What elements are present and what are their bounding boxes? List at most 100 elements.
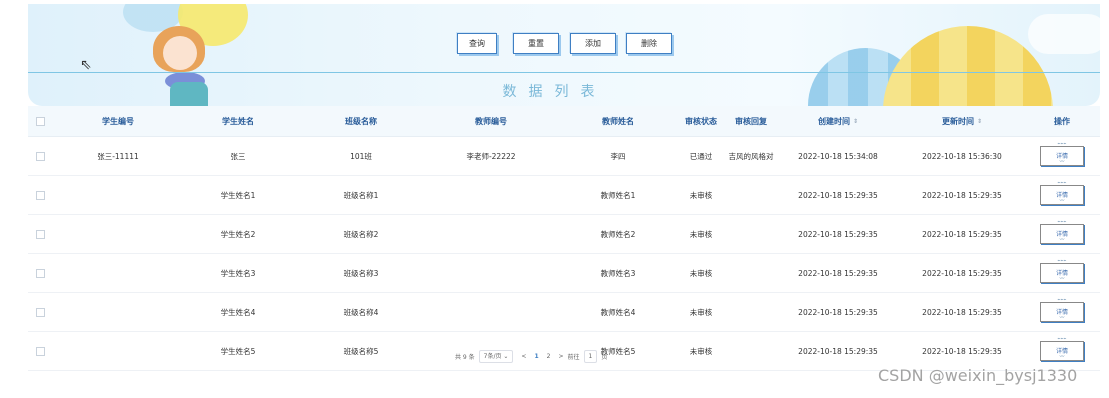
row-checkbox[interactable] [35, 346, 45, 356]
detail-decoration-icon: 〰 [1059, 237, 1065, 243]
cell-updated-at: 2022-10-18 15:29:35 [922, 346, 1002, 356]
reset-button[interactable]: 重置 [513, 33, 559, 54]
pagination: 共 9 条 7条/页 ⌄ < 1 2 > 前往 1 页 [455, 349, 608, 363]
data-table: 学生编号 学生姓名 班级名称 教师编号 教师姓名 审核状态 审核回复 创建时间 ⇕… [28, 106, 1100, 371]
row-checkbox[interactable] [35, 151, 45, 161]
cell-class-name: 班级名称5 [343, 346, 379, 356]
table-row: 学生姓名4 班级名称4 教师姓名4 未审核 2022-10-18 15:29:35 202… [28, 293, 1100, 332]
col-review-status: 审核状态 [685, 116, 717, 126]
col-teacher-no: 教师编号 [475, 116, 507, 126]
cell-student-no [68, 293, 168, 331]
detail-decoration-icon: ⌁⌁⌁ [1057, 180, 1067, 186]
detail-decoration-icon: ⌁⌁⌁ [1057, 141, 1067, 147]
sort-icon[interactable]: ⇕ [977, 118, 982, 125]
cell-class-name: 班级名称4 [343, 307, 379, 317]
cell-review-reply [725, 293, 777, 331]
cell-teacher-name: 教师姓名4 [600, 307, 636, 317]
cell-review-status: 未审核 [689, 307, 713, 317]
cell-class-name: 班级名称2 [343, 229, 379, 239]
updated-at-label: 更新时间 [941, 116, 974, 126]
table-row: 学生姓名1 班级名称1 教师姓名1 未审核 2022-10-18 15:29:35 202… [28, 176, 1100, 215]
row-checkbox[interactable] [35, 229, 45, 239]
cell-student-no: 张三-11111 [97, 151, 139, 161]
cell-created-at: 2022-10-18 15:29:35 [798, 229, 878, 239]
cell-review-reply [725, 215, 777, 253]
page-size-select[interactable]: 7条/页 ⌄ [478, 349, 514, 363]
detail-button[interactable]: ⌁⌁⌁ 详情 〰 [1040, 141, 1084, 166]
table-row: 张三-11111 张三 101班 李老师-22222 李四 已通过 吉风的风格对 2022-1… [28, 137, 1100, 176]
cell-review-status: 未审核 [689, 229, 713, 239]
cell-student-name: 张三 [230, 151, 246, 161]
col-created-at[interactable]: 创建时间 ⇕ [788, 106, 888, 136]
cell-created-at: 2022-10-18 15:34:08 [798, 151, 878, 161]
girl-face [163, 36, 197, 70]
detail-decoration-icon: 〰 [1059, 276, 1065, 282]
goto-input[interactable]: 1 [583, 349, 598, 363]
col-updated-at[interactable]: 更新时间 ⇕ [912, 106, 1012, 136]
goto-label: 前往 [567, 353, 580, 361]
watermark: CSDN @weixin_bysj1330 [878, 366, 1078, 385]
query-button[interactable]: 查询 [457, 33, 497, 54]
sort-icon[interactable]: ⇕ [853, 118, 858, 125]
cell-student-name: 学生姓名2 [220, 229, 256, 239]
cell-teacher-name: 教师姓名3 [600, 268, 636, 278]
cell-updated-at: 2022-10-18 15:29:35 [922, 307, 1002, 317]
cell-class-name: 班级名称3 [343, 268, 379, 278]
page-1-button[interactable]: 1 [534, 353, 538, 360]
cell-class-name: 101班 [350, 151, 372, 161]
table-header: 学生编号 学生姓名 班级名称 教师编号 教师姓名 审核状态 审核回复 创建时间 ⇕… [28, 106, 1100, 137]
cell-teacher-no [441, 215, 541, 253]
pagination-total: 共 9 条 [455, 353, 475, 361]
cell-updated-at: 2022-10-18 15:29:35 [922, 190, 1002, 200]
table-row: 学生姓名2 班级名称2 教师姓名2 未审核 2022-10-18 15:29:35 202… [28, 215, 1100, 254]
next-page-button[interactable]: > [558, 353, 563, 360]
detail-button[interactable]: ⌁⌁⌁ 详情 〰 [1040, 297, 1084, 322]
delete-button[interactable]: 删除 [626, 33, 672, 54]
table-row: 学生姓名3 班级名称3 教师姓名3 未审核 2022-10-18 15:29:35 202… [28, 254, 1100, 293]
mouse-cursor-icon: ⇖ [80, 57, 92, 73]
add-button[interactable]: 添加 [570, 33, 616, 54]
detail-button[interactable]: ⌁⌁⌁ 详情 〰 [1040, 258, 1084, 283]
detail-decoration-icon: 〰 [1059, 354, 1065, 360]
col-teacher-name: 教师姓名 [602, 116, 634, 126]
select-all-checkbox[interactable] [35, 116, 45, 126]
detail-button[interactable]: ⌁⌁⌁ 详情 〰 [1040, 336, 1084, 361]
cell-updated-at: 2022-10-18 15:29:35 [922, 268, 1002, 278]
cell-created-at: 2022-10-18 15:29:35 [798, 268, 878, 278]
cell-created-at: 2022-10-18 15:29:35 [798, 190, 878, 200]
page-suffix: 页 [601, 353, 608, 361]
cell-updated-at: 2022-10-18 15:29:35 [922, 229, 1002, 239]
col-actions: 操作 [1054, 116, 1070, 126]
col-student-no: 学生编号 [102, 116, 134, 126]
cell-updated-at: 2022-10-18 15:36:30 [922, 151, 1002, 161]
detail-decoration-icon: ⌁⌁⌁ [1057, 336, 1067, 342]
cell-student-no [68, 176, 168, 214]
cell-student-no [68, 254, 168, 292]
detail-decoration-icon: 〰 [1059, 159, 1065, 165]
detail-decoration-icon: ⌁⌁⌁ [1057, 297, 1067, 303]
detail-decoration-icon: ⌁⌁⌁ [1057, 258, 1067, 264]
banner-divider [28, 72, 1100, 73]
cell-class-name: 班级名称1 [343, 190, 379, 200]
col-class-name: 班级名称 [345, 116, 377, 126]
cell-student-name: 学生姓名4 [220, 307, 256, 317]
row-checkbox[interactable] [35, 268, 45, 278]
page-size-value: 7条/页 [483, 352, 502, 360]
detail-button[interactable]: ⌁⌁⌁ 详情 〰 [1040, 180, 1084, 205]
prev-page-button[interactable]: < [521, 353, 526, 360]
page-2-button[interactable]: 2 [547, 353, 551, 360]
cell-review-status: 未审核 [689, 190, 713, 200]
col-review-reply: 审核回复 [735, 116, 767, 126]
cell-created-at: 2022-10-18 15:29:35 [798, 346, 878, 356]
cell-teacher-name: 教师姓名1 [600, 190, 636, 200]
row-checkbox[interactable] [35, 307, 45, 317]
detail-decoration-icon: 〰 [1059, 315, 1065, 321]
cell-teacher-name: 李四 [610, 151, 626, 161]
cell-review-status: 已通过 [689, 151, 713, 161]
cell-review-reply [725, 254, 777, 292]
cloud-decoration [1028, 14, 1100, 54]
cell-student-no [68, 215, 168, 253]
detail-button[interactable]: ⌁⌁⌁ 详情 〰 [1040, 219, 1084, 244]
row-checkbox[interactable] [35, 190, 45, 200]
cell-student-name: 学生姓名3 [220, 268, 256, 278]
